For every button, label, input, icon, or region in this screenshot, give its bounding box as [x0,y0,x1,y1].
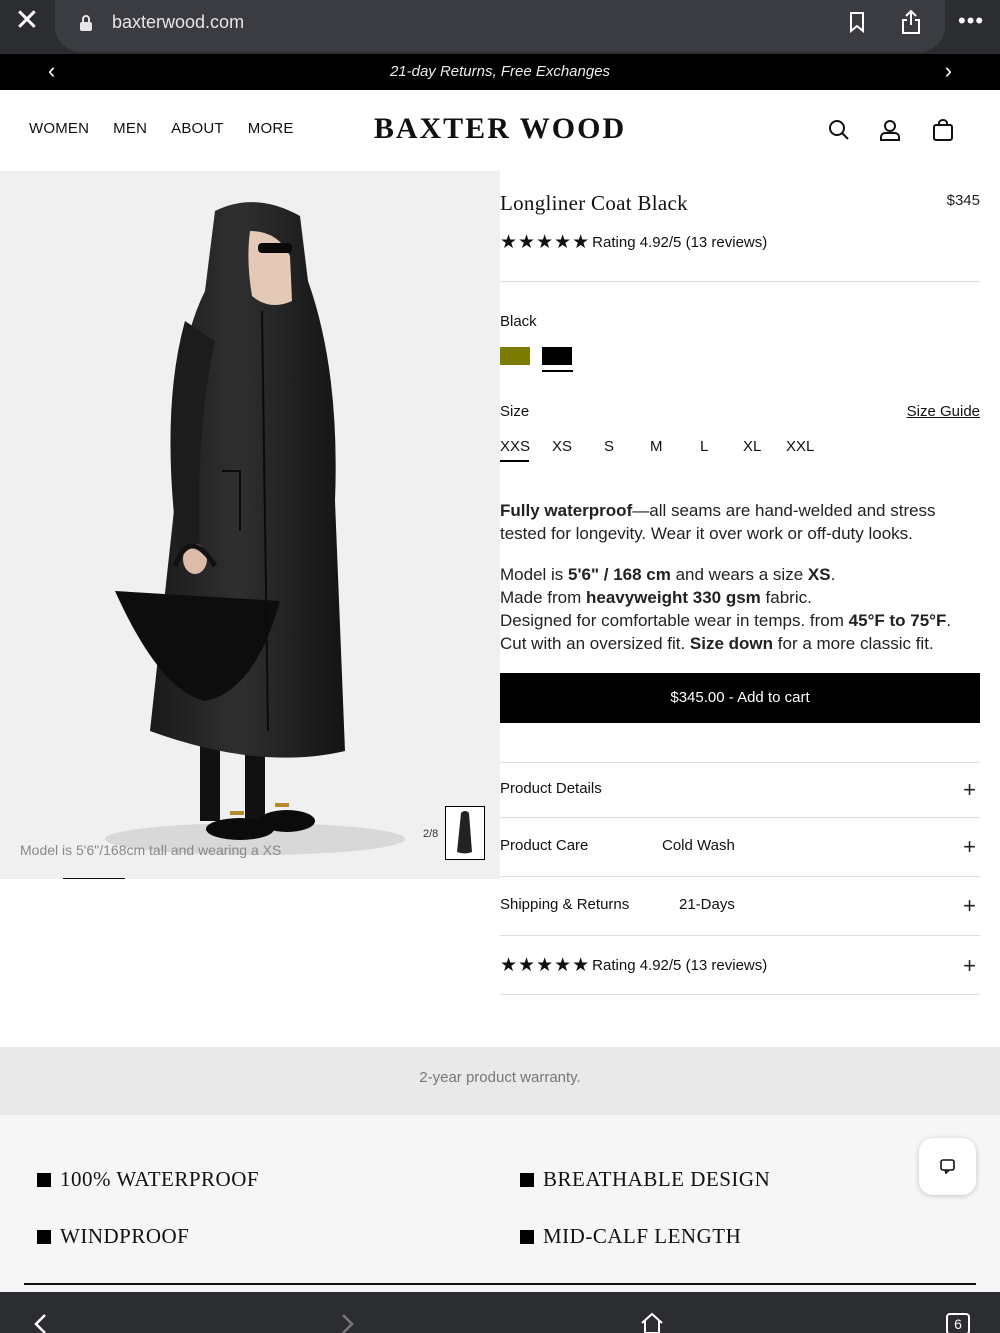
share-icon[interactable] [900,9,922,35]
browser-toolbar: ✕ baxterwood.com ••• [0,0,1000,54]
swatch-selected-indicator [542,370,573,372]
account-icon[interactable] [878,118,902,142]
spec-line-model: Model is 5'6" / 168 cm and wears a size … [500,565,836,584]
close-icon[interactable]: ✕ [12,6,42,37]
size-xl[interactable]: XL [743,438,761,455]
gallery-caption: Model is 5'6"/168cm tall and wearing a X… [20,842,282,858]
square-bullet-icon [520,1229,534,1244]
product-photo [105,202,405,855]
rating-text: Rating 4.92/5 (13 reviews) [592,234,768,251]
rating-summary[interactable]: ★★★★★ Rating 4.92/5 (13 reviews) [500,231,767,254]
size-m[interactable]: M [650,438,663,455]
accordion-product-care[interactable]: Product Care Cold Wash + [500,836,980,858]
spec-line-fit: Cut with an oversized fit. Size down for… [500,634,934,653]
feature-item: MID-CALF LENGTH [520,1224,741,1249]
size-guide-link[interactable]: Size Guide [907,403,980,420]
accordion-value: Cold Wash [662,837,735,854]
description-waterproof: Fully waterproof—all seams are hand-weld… [500,499,980,545]
divider [500,762,980,763]
plus-icon[interactable]: + [963,836,976,858]
divider [500,876,980,877]
divider [24,1283,976,1285]
feature-list: 100% WATERPROOF BREATHABLE DESIGN WINDPR… [0,1115,1000,1292]
accordion-label: Rating 4.92/5 (13 reviews) [592,957,768,974]
square-bullet-icon [520,1172,534,1187]
warranty-banner: 2-year product warranty. [0,1047,1000,1115]
lock-icon [80,15,92,31]
product-title: Longliner Coat Black [500,191,688,215]
address-bar[interactable]: baxterwood.com [55,0,945,52]
spec-line-temp: Designed for comfortable wear in temps. … [500,611,952,630]
announcement-text: 21-day Returns, Free Exchanges [389,63,611,80]
url-text: baxterwood.com [112,12,245,32]
swatch-olive[interactable] [500,347,530,365]
size-label: Size [500,403,530,420]
tabs-icon[interactable]: 6 [946,1313,970,1333]
size-s[interactable]: S [604,438,614,455]
accordion-reviews[interactable]: ★★★★★ Rating 4.92/5 (13 reviews) + [500,954,980,977]
size-xxl[interactable]: XXL [786,438,814,455]
search-icon[interactable] [827,118,851,142]
feature-item: BREATHABLE DESIGN [520,1167,770,1192]
product-price: $345 [946,192,980,209]
bag-icon[interactable] [931,118,955,142]
accordion-value: 21-Days [679,896,735,913]
feature-item: WINDPROOF [37,1224,189,1249]
plus-icon[interactable]: + [963,955,976,977]
size-l[interactable]: L [700,438,708,455]
divider [500,994,980,995]
chat-button[interactable] [919,1138,976,1195]
product-gallery[interactable]: Model is 5'6"/168cm tall and wearing a X… [0,171,500,879]
bookmark-icon[interactable] [847,11,867,33]
size-xs[interactable]: XS [552,438,572,455]
description-specs: Model is 5'6" / 168 cm and wears a size … [500,563,980,655]
announcement-bar: ‹ 21-day Returns, Free Exchanges › [0,54,1000,90]
size-selected-indicator [500,460,529,462]
accordion-label: Product Details [500,780,602,797]
divider [500,817,980,818]
add-to-cart-button[interactable]: $345.00 - Add to cart [500,673,980,723]
square-bullet-icon [37,1172,51,1187]
desc-bold: Fully waterproof [500,501,633,520]
more-icon[interactable]: ••• [958,10,984,32]
spec-line-fabric: Made from heavyweight 330 gsm fabric. [500,588,812,607]
divider [500,281,980,282]
star-rating-icon: ★★★★★ [500,232,591,253]
accordion-product-details[interactable]: Product Details + [500,779,980,801]
site-header: WOMEN MEN ABOUT MORE BAXTER WOOD [0,90,1000,171]
accordion-label: Product Care [500,837,589,854]
home-icon[interactable] [640,1312,664,1333]
plus-icon[interactable]: + [963,895,976,917]
color-label: Black [500,313,537,330]
chat-icon [940,1159,955,1175]
accordion-shipping-returns[interactable]: Shipping & Returns 21-Days + [500,895,980,917]
accordion-label: Shipping & Returns [500,896,630,913]
gallery-thumbnail[interactable] [445,806,485,860]
forward-icon[interactable] [338,1314,356,1333]
chevron-right-icon[interactable]: › [945,60,952,82]
back-icon[interactable] [32,1314,50,1333]
size-xxs[interactable]: XXS [500,438,530,455]
plus-icon[interactable]: + [963,779,976,801]
swatch-black[interactable] [542,347,572,365]
divider [500,935,980,936]
browser-bottom-toolbar: 6 [0,1292,1000,1333]
gallery-counter: 2/8 [423,828,439,840]
star-rating-icon: ★★★★★ [500,955,591,976]
feature-item: 100% WATERPROOF [37,1167,259,1192]
square-bullet-icon [37,1229,51,1244]
gallery-progress-indicator [63,878,125,879]
